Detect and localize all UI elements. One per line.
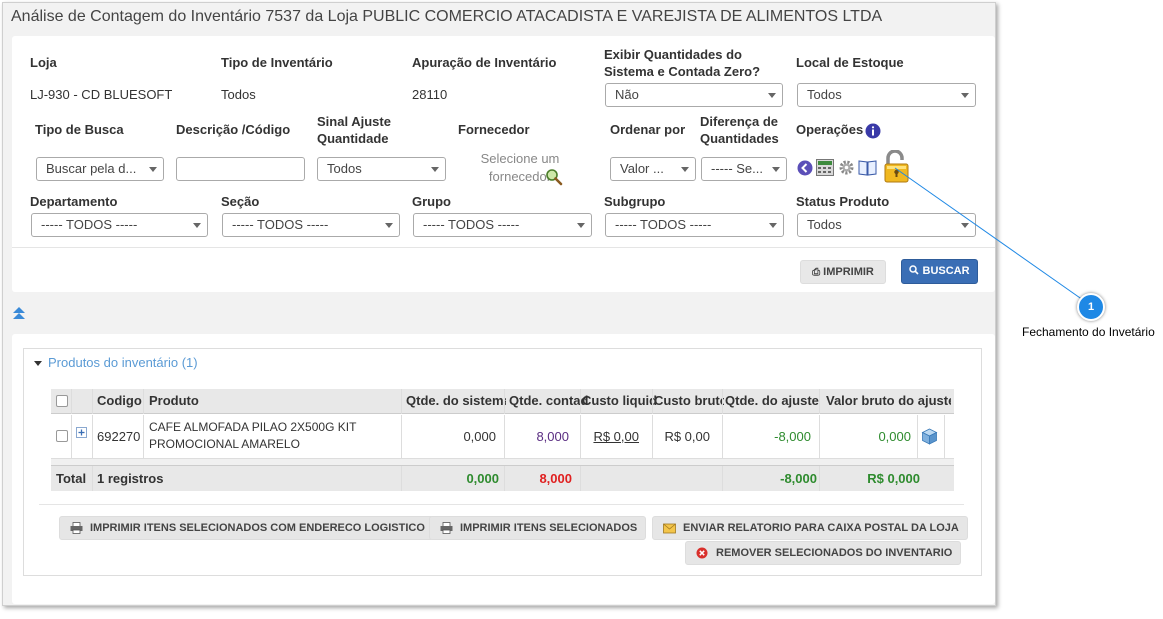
callout-text: Fechamento do Invetário [1022,325,1155,339]
callout-badge: 1 [1077,293,1105,321]
callout-pointer-line [894,167,1084,301]
